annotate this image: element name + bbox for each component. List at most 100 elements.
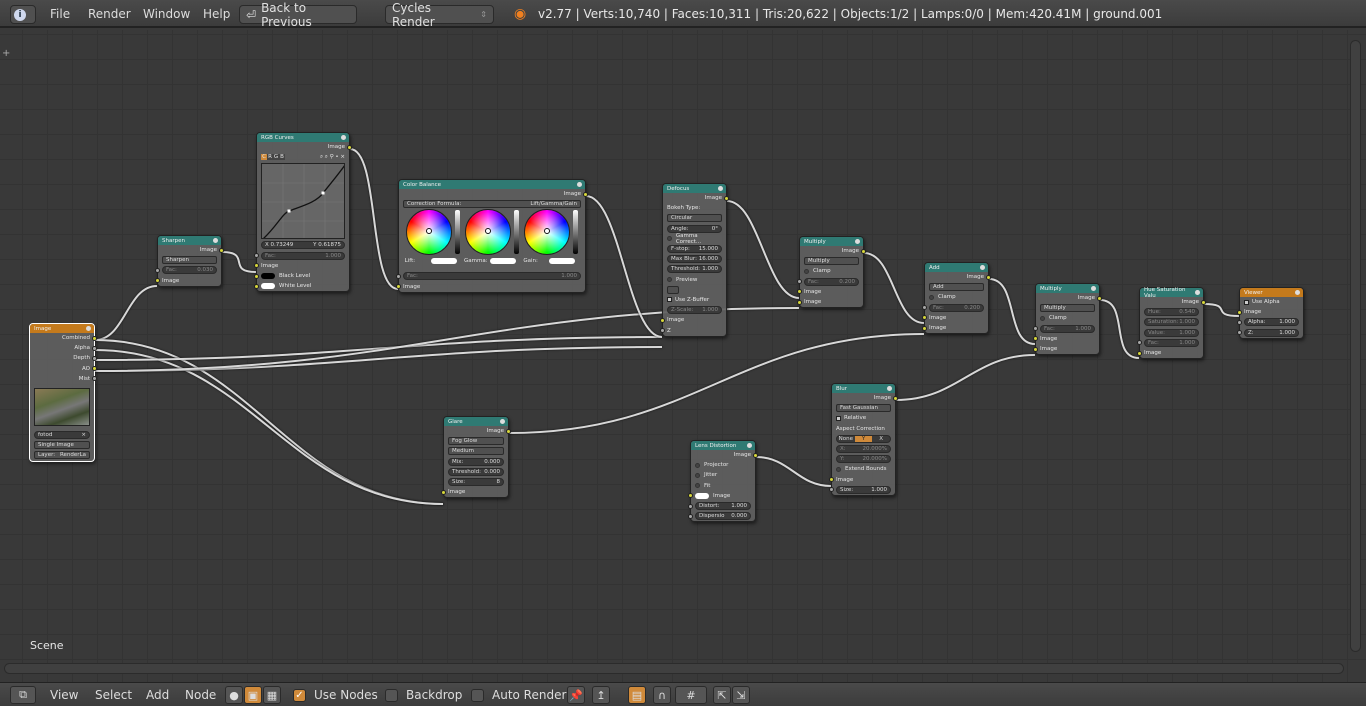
- socket-input[interactable]: [688, 513, 693, 519]
- node-multiply2[interactable]: Multiply Image Multiply Clamp Fac: 1.000 Image…: [1033, 283, 1102, 356]
- number-field[interactable]: Z: 1.000: [1244, 328, 1299, 337]
- node-link[interactable]: [755, 456, 832, 487]
- radio-icon[interactable]: [667, 236, 672, 242]
- socket-output[interactable]: [506, 428, 511, 434]
- node-header[interactable]: Color Balance: [399, 180, 585, 189]
- socket-output[interactable]: [861, 248, 866, 254]
- socket-input[interactable]: [922, 325, 927, 331]
- number-field[interactable]: Hue: 0.540: [1144, 308, 1199, 317]
- node-colorbalance[interactable]: Color Balance Image Correction Formula: Lif…: [396, 179, 588, 293]
- socket-output[interactable]: [893, 395, 898, 401]
- number-field[interactable]: Saturation: 1.000: [1144, 318, 1199, 327]
- node-defocus[interactable]: Defocus Image Bokeh Type: Circular Angle: 0° G…: [660, 183, 729, 337]
- socket-input[interactable]: [797, 279, 802, 285]
- socket-output[interactable]: [724, 195, 729, 201]
- close-icon[interactable]: ×: [81, 432, 86, 438]
- node-header[interactable]: Lens Distortion: [691, 441, 755, 450]
- curve-channel-b[interactable]: B: [279, 154, 285, 161]
- node-preview-icon[interactable]: [341, 135, 346, 140]
- menu-render[interactable]: Render: [88, 5, 131, 23]
- texture-nodes-button[interactable]: ▦: [263, 686, 281, 704]
- node-blur[interactable]: Blur Image Fast Gaussian Relative Aspect Cor…: [829, 383, 898, 496]
- color-wheel[interactable]: [524, 209, 579, 256]
- wheel-cursor[interactable]: [425, 228, 432, 235]
- dropdown[interactable]: Fast Gaussian: [836, 404, 891, 413]
- menu-file[interactable]: File: [50, 5, 70, 23]
- number-field[interactable]: F-stop: 15.000: [667, 245, 722, 254]
- socket-output[interactable]: [347, 144, 352, 150]
- socket-input[interactable]: [396, 273, 401, 279]
- node-link[interactable]: [349, 148, 399, 290]
- number-field[interactable]: Threshold: 1.000: [667, 265, 722, 274]
- socket-input[interactable]: [797, 289, 802, 295]
- number-field[interactable]: Z-Scale: 1.000: [667, 306, 722, 315]
- node-link[interactable]: [863, 252, 925, 324]
- socket-input[interactable]: [1033, 326, 1038, 332]
- socket-output[interactable]: [92, 335, 97, 341]
- node-preview-icon[interactable]: [1295, 290, 1300, 295]
- wheel-color-swatch[interactable]: [489, 258, 516, 265]
- node-preview-icon[interactable]: [1195, 290, 1200, 295]
- number-field[interactable]: Distort: 1.000: [695, 502, 751, 511]
- number-field[interactable]: Threshold: 0.000: [448, 467, 504, 476]
- node-preview-icon[interactable]: [577, 182, 582, 187]
- wheel-color-swatch[interactable]: [430, 258, 457, 265]
- socket-output[interactable]: [583, 191, 588, 197]
- curve-point-coords[interactable]: X 0.73249 Y 0.61875: [261, 241, 345, 250]
- dropdown[interactable]: Medium: [448, 447, 504, 456]
- render-engine-select[interactable]: Cycles Render ⇕: [385, 1, 494, 29]
- socket-output[interactable]: [986, 274, 991, 280]
- number-field[interactable]: Fac: 1.000: [261, 251, 345, 260]
- pin-button[interactable]: 📌: [567, 686, 585, 704]
- socket-input[interactable]: [829, 487, 834, 493]
- checkbox-checked-icon[interactable]: [836, 415, 841, 421]
- node-viewer[interactable]: Viewer Use Alpha Image Alpha: 1.000 Z: 1.000: [1237, 287, 1304, 339]
- node-preview-icon[interactable]: [887, 386, 892, 391]
- node-lens[interactable]: Lens Distortion Image Projector Jitter Fit Im…: [688, 440, 758, 523]
- dropdown[interactable]: Sharpen: [162, 256, 217, 265]
- socket-input[interactable]: [797, 299, 802, 305]
- socket-input[interactable]: [660, 317, 665, 323]
- backdrop-channels-button[interactable]: ▤: [628, 686, 646, 704]
- number-field[interactable]: Fac: 1.000: [1144, 338, 1199, 347]
- hue-wheel[interactable]: [405, 209, 452, 256]
- menu-window[interactable]: Window: [143, 5, 190, 23]
- radio-icon[interactable]: [1040, 315, 1045, 321]
- horizontal-scrollbar[interactable]: [4, 663, 1344, 674]
- node-header[interactable]: Viewer: [1240, 288, 1303, 297]
- node-header[interactable]: Sharpen: [158, 236, 221, 245]
- socket-input[interactable]: [254, 283, 259, 289]
- socket-input[interactable]: [1237, 319, 1242, 325]
- auto-render-checkbox[interactable]: Auto Render: [471, 686, 566, 704]
- socket-input[interactable]: [1237, 309, 1242, 315]
- node-link[interactable]: [1099, 299, 1140, 359]
- number-field[interactable]: Correction Formula: Lift/Gamma/Gain: [403, 200, 581, 209]
- node-add[interactable]: Add Image Add Clamp Fac: 0.200 Image Image: [922, 262, 991, 335]
- node-sharpen[interactable]: Sharpen Image Sharpen Fac: 0.030 Image: [155, 235, 224, 287]
- node-link[interactable]: [94, 285, 158, 341]
- use-nodes-checkbox[interactable]: ✓ Use Nodes: [293, 686, 378, 704]
- node-link[interactable]: [1203, 303, 1240, 317]
- socket-input[interactable]: [1237, 330, 1242, 336]
- number-field[interactable]: Y: 20.000%: [836, 455, 891, 464]
- socket-input[interactable]: [1137, 340, 1142, 346]
- node-header[interactable]: Defocus: [663, 184, 726, 193]
- socket-input[interactable]: [660, 328, 665, 334]
- color-swatch[interactable]: [695, 492, 709, 499]
- dropdown[interactable]: Multiply: [1040, 304, 1095, 313]
- color-swatch[interactable]: [261, 273, 275, 280]
- hue-wheel[interactable]: [464, 209, 511, 256]
- number-field[interactable]: Fac: 0.200: [929, 303, 984, 312]
- radio-icon[interactable]: [929, 294, 934, 300]
- node-editor-canvas[interactable]: + Image Combined Alpha Depth AO Mist fotod × Sin…: [0, 30, 1366, 682]
- socket-input[interactable]: [922, 305, 927, 311]
- hue-wheel[interactable]: [524, 209, 571, 256]
- node-header[interactable]: Image: [30, 324, 94, 333]
- dropdown[interactable]: Fog Glow: [448, 437, 504, 446]
- info-editor-type-button[interactable]: i: [10, 5, 36, 24]
- image-selector[interactable]: fotod ×: [34, 431, 90, 440]
- socket-input[interactable]: [688, 493, 693, 499]
- menu-add[interactable]: Add: [146, 686, 169, 704]
- radio-icon[interactable]: [804, 268, 809, 274]
- node-link[interactable]: [221, 251, 257, 273]
